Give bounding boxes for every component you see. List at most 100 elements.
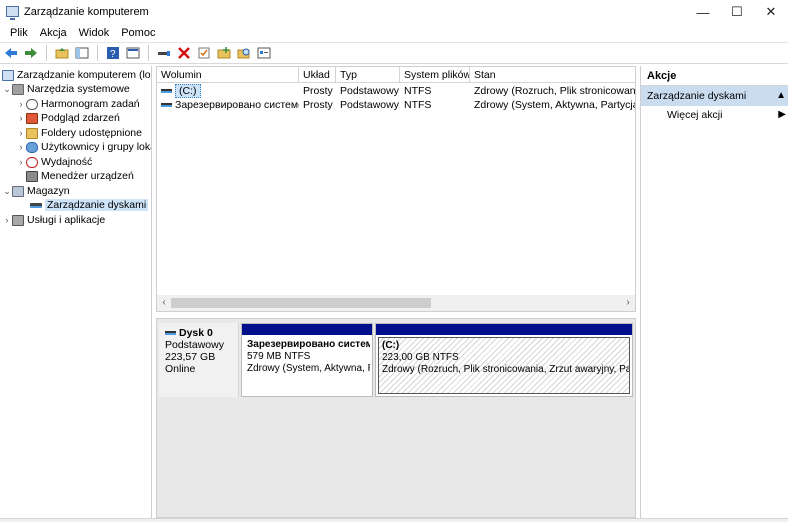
- partition-name: (C:): [382, 340, 400, 351]
- scroll-right-icon[interactable]: ›: [621, 296, 635, 310]
- menu-file[interactable]: Plik: [4, 24, 34, 42]
- toolbar-separator: [97, 45, 98, 61]
- users-icon: [26, 141, 38, 153]
- menu-view[interactable]: Widok: [73, 24, 116, 42]
- toolbar-separator: [46, 45, 47, 61]
- tree-item-root[interactable]: Zarządzanie komputerem (lokalne): [2, 68, 151, 82]
- tree-item-performance[interactable]: › Wydajność: [16, 155, 93, 169]
- volume-filesystem: NTFS: [404, 85, 432, 97]
- disk-label[interactable]: Dysk 0 Podstawowy 223,57 GB Online: [159, 323, 239, 397]
- horizontal-scrollbar[interactable]: ‹ ›: [157, 295, 635, 311]
- tree-item-system-tools[interactable]: ⌄ Narzędzia systemowe: [2, 82, 129, 96]
- minimize-button[interactable]: —: [686, 0, 720, 24]
- scrollbar-thumb[interactable]: [171, 298, 431, 308]
- chevron-right-icon[interactable]: ›: [16, 128, 26, 138]
- device-manager-icon: [26, 170, 38, 182]
- column-header-layout[interactable]: Układ: [299, 67, 336, 83]
- column-header-type[interactable]: Typ: [336, 67, 400, 83]
- disk-state: Online: [165, 363, 196, 375]
- volume-layout: Prosty: [303, 99, 333, 111]
- column-header-volume[interactable]: Wolumin: [157, 67, 299, 83]
- svg-text:?: ?: [110, 49, 116, 59]
- window-title: Zarządzanie komputerem: [24, 6, 149, 18]
- toolbar: ?: [0, 42, 788, 64]
- partition-reserved[interactable]: Зарезервировано системой 579 MB NTFS Zdr…: [241, 323, 373, 397]
- computer-management-icon: [6, 6, 19, 20]
- actions-section-disk-management[interactable]: Zarządzanie dyskami ▲: [641, 86, 788, 106]
- folder-search-icon[interactable]: [235, 44, 253, 62]
- forward-arrow-icon[interactable]: [22, 44, 40, 62]
- submenu-arrow-icon: ▶: [778, 109, 786, 120]
- tree-item-disk-management[interactable]: Zarządzanie dyskami: [30, 198, 149, 212]
- scroll-left-icon[interactable]: ‹: [157, 296, 171, 310]
- tools-icon: [12, 83, 24, 95]
- partition-size: 223,00 GB NTFS: [382, 352, 459, 363]
- tree-item-services[interactable]: › Usługi i aplikacje: [2, 213, 106, 227]
- column-header-filesystem[interactable]: System plików: [400, 67, 470, 83]
- close-button[interactable]: ✕: [754, 0, 788, 24]
- folder-add-icon[interactable]: [215, 44, 233, 62]
- tree-item-local-users[interactable]: › Użytkownicy i grupy lokalne: [16, 140, 152, 154]
- tree-item-shared-folders[interactable]: › Foldery udostępnione: [16, 126, 143, 140]
- chevron-right-icon[interactable]: ›: [16, 142, 26, 152]
- volume-icon: [161, 89, 172, 94]
- storage-icon: [12, 185, 24, 197]
- disk-type: Podstawowy: [165, 339, 224, 351]
- volume-type: Podstawowy: [340, 85, 399, 97]
- up-folder-icon[interactable]: [53, 44, 71, 62]
- chevron-right-icon[interactable]: ›: [16, 99, 26, 109]
- maximize-button[interactable]: ☐: [720, 0, 754, 24]
- volume-status: Zdrowy (System, Aktywna, Partycja podsta…: [474, 99, 635, 111]
- partition-c[interactable]: (C:) 223,00 GB NTFS Zdrowy (Rozruch, Pli…: [375, 323, 633, 397]
- disk-name: Dysk 0: [179, 327, 213, 339]
- disk-graphical-view: Dysk 0 Podstawowy 223,57 GB Online Зарез…: [156, 318, 636, 518]
- performance-icon: [26, 156, 38, 168]
- tree-item-task-scheduler[interactable]: › Harmonogram zadań: [16, 97, 140, 111]
- disk-icon: [165, 331, 176, 336]
- tree-item-event-viewer[interactable]: › Podgląd zdarzeń: [16, 111, 120, 125]
- volume-list: Wolumin Układ Typ System plików Stan (C:…: [156, 66, 636, 312]
- connect-icon[interactable]: [155, 44, 173, 62]
- chevron-right-icon[interactable]: ›: [16, 157, 26, 167]
- partition-status: Zdrowy (System, Aktywna, Partycja podsta…: [247, 363, 370, 374]
- services-icon: [12, 214, 24, 226]
- volume-name: Зарезервировано системой: [175, 99, 299, 111]
- computer-icon: [2, 69, 14, 81]
- partition-name: Зарезервировано системой: [247, 339, 370, 350]
- volume-name: (C:): [175, 84, 201, 98]
- properties-icon[interactable]: [124, 44, 142, 62]
- table-row[interactable]: (C:): [157, 84, 299, 98]
- menu-bar: Plik Akcja Widok Pomoc: [0, 24, 788, 42]
- column-header-status[interactable]: Stan: [470, 67, 635, 83]
- disk-size: 223,57 GB: [165, 351, 216, 363]
- tree-item-storage[interactable]: ⌄ Magazyn: [2, 184, 69, 198]
- delete-icon[interactable]: [175, 44, 193, 62]
- chevron-down-icon[interactable]: ⌄: [2, 84, 12, 95]
- chevron-down-icon[interactable]: ⌄: [2, 186, 12, 197]
- checklist-icon[interactable]: [195, 44, 213, 62]
- show-hide-tree-icon[interactable]: [73, 44, 91, 62]
- console-icon[interactable]: [255, 44, 273, 62]
- volume-type: Podstawowy: [340, 99, 399, 111]
- chevron-right-icon[interactable]: ›: [2, 215, 12, 225]
- clock-icon: [26, 98, 38, 110]
- help-icon[interactable]: ?: [104, 44, 122, 62]
- tree-item-device-manager[interactable]: Menedżer urządzeń: [26, 169, 134, 183]
- back-arrow-icon[interactable]: [2, 44, 20, 62]
- event-log-icon: [26, 112, 38, 124]
- menu-help[interactable]: Pomoc: [115, 24, 161, 42]
- partition-status: Zdrowy (Rozruch, Plik stronicowania, Zrz…: [382, 364, 629, 375]
- volume-status: Zdrowy (Rozruch, Plik stronicowania, Zrz…: [474, 85, 635, 97]
- volume-layout: Prosty: [303, 85, 333, 97]
- actions-title: Akcje: [641, 66, 788, 86]
- toolbar-separator: [148, 45, 149, 61]
- menu-action[interactable]: Akcja: [34, 24, 73, 42]
- volume-filesystem: NTFS: [404, 99, 432, 111]
- collapse-icon[interactable]: ▲: [776, 86, 786, 106]
- actions-pane: Akcje Zarządzanie dyskami ▲ Więcej akcji…: [640, 66, 788, 518]
- chevron-right-icon[interactable]: ›: [16, 113, 26, 123]
- more-actions-item[interactable]: Więcej akcji ▶: [641, 106, 788, 124]
- disk-icon: [30, 202, 42, 208]
- volume-icon: [161, 103, 172, 108]
- table-row[interactable]: Зарезервировано системой: [157, 98, 299, 112]
